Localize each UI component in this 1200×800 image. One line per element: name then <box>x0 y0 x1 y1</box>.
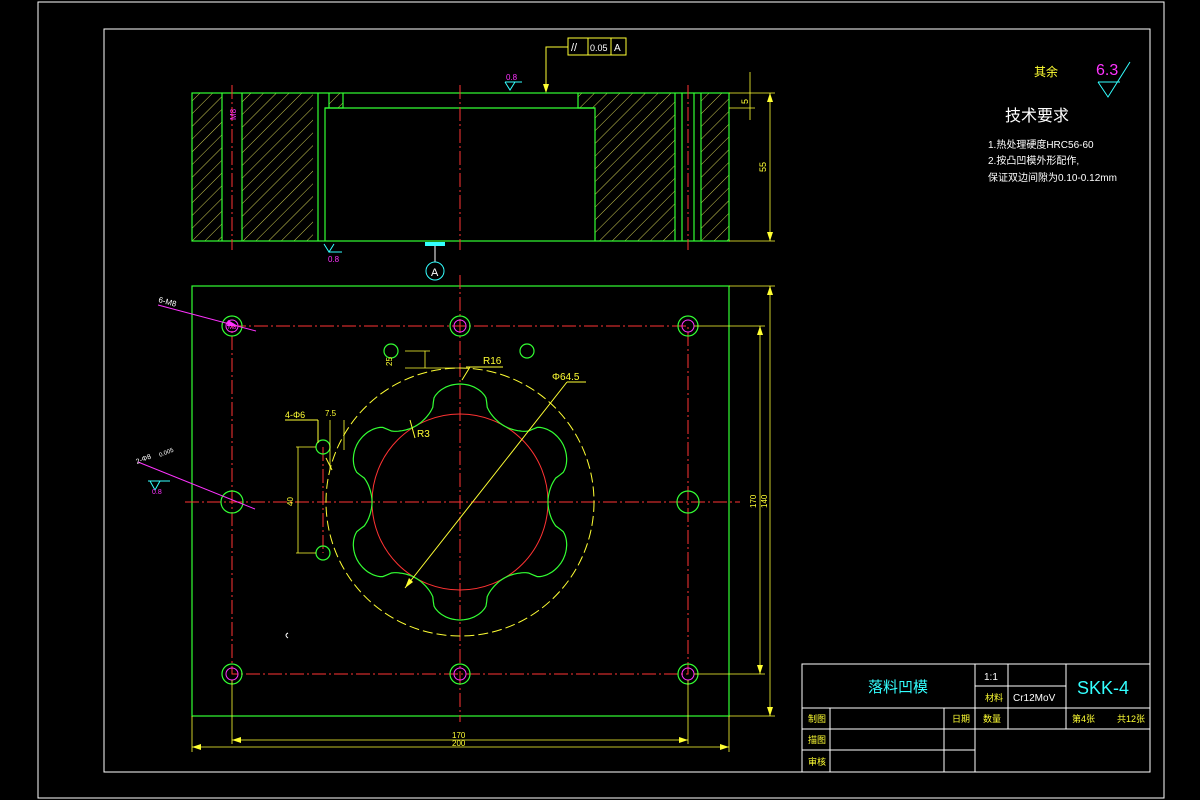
svg-text:0.05: 0.05 <box>590 43 608 53</box>
general-roughness: 其余 6.3 <box>1034 61 1131 98</box>
dim-r16: R16 <box>483 356 502 367</box>
tech-req-line-1: 1.热处理硬度HRC56-60 <box>988 138 1094 151</box>
label-roughness-plan: 0.8 <box>152 489 162 496</box>
tech-req-line-2: 2.按凸凹模外形配作, <box>988 154 1079 167</box>
label-holes-m8: 6-M8 <box>157 295 177 309</box>
label-pins: 4-Φ6 <box>285 410 305 420</box>
cad-drawing: M8 55 5 0.8 0.8 // 0.05 A A M8 Φ64.5 R16… <box>37 1 1165 799</box>
row-review: 审核 <box>808 756 826 767</box>
dim-75: 7.5 <box>325 409 337 418</box>
label-pins-tol2: 0.005 <box>159 447 176 458</box>
dim-25: 25 <box>385 357 394 366</box>
row-qty: 数量 <box>983 713 1001 724</box>
svg-text:A: A <box>431 267 439 279</box>
dim-140-v: 140 <box>760 494 769 508</box>
tech-req-line-3: 保证双边间隙为0.10-0.12mm <box>988 171 1117 184</box>
material: Cr12MoV <box>1013 693 1056 704</box>
svg-text:6.3: 6.3 <box>1096 62 1118 79</box>
svg-text:其余: 其余 <box>1034 64 1058 79</box>
row-design: 描图 <box>808 734 826 745</box>
svg-text://: // <box>571 42 578 54</box>
title-block: 落料凹模 1:1 材料 Cr12MoV SKK-4 制图 日期 数量 第4张 共… <box>801 663 1151 773</box>
tech-req-title: 技术要求 <box>1005 107 1069 125</box>
dim-diameter: Φ64.5 <box>552 372 580 383</box>
dim-step: 5 <box>740 99 750 104</box>
scale: 1:1 <box>984 672 998 683</box>
material-label: 材料 <box>985 692 1003 703</box>
dim-r3: R3 <box>417 429 430 440</box>
part-name: 落料凹模 <box>868 679 928 696</box>
roughness-bottom: 0.8 <box>328 255 340 264</box>
dim-200-h: 200 <box>452 739 466 748</box>
row-draw: 制图 <box>808 713 826 724</box>
tech-requirements: 技术要求 1.热处理硬度HRC56-60 2.按凸凹模外形配作, 保证双边间隙为… <box>988 107 1117 184</box>
section-view: M8 55 5 0.8 0.8 // 0.05 A A <box>191 37 775 281</box>
svg-text:A: A <box>614 43 621 54</box>
row-total: 共12张 <box>1117 714 1145 724</box>
datum-symbol: A <box>425 242 445 281</box>
dim-40: 40 <box>286 497 295 506</box>
dim-170-v: 170 <box>749 494 758 508</box>
plan-view: M8 Φ64.5 R16 R3 25 4-Φ6 7.5 40 6-M8 2-Φ8… <box>135 275 775 752</box>
dim-height: 55 <box>758 162 768 172</box>
row-date: 日期 <box>952 714 970 724</box>
drawing-no: SKK-4 <box>1077 678 1129 698</box>
tolerance-frame: // 0.05 A <box>543 37 627 93</box>
thread-label: M8 <box>229 108 238 120</box>
roughness-top: 0.8 <box>506 73 518 82</box>
row-sheet: 第4张 <box>1072 713 1095 724</box>
